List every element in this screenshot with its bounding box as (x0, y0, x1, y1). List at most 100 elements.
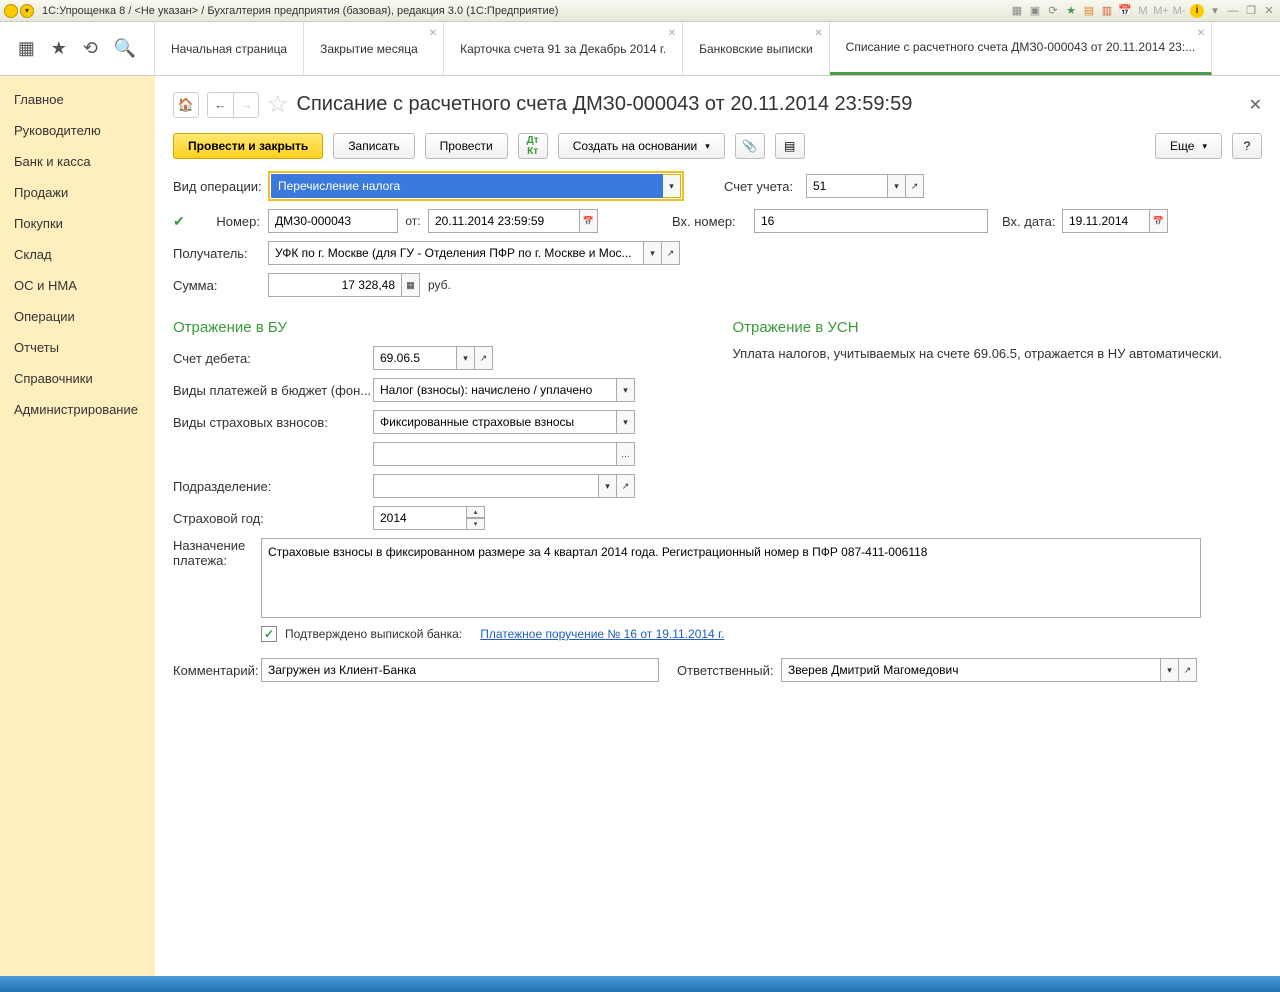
sidebar-item-operations[interactable]: Операции (0, 301, 155, 332)
sidebar-item-purchases[interactable]: Покупки (0, 208, 155, 239)
comment-input[interactable] (261, 658, 659, 682)
responsible-input[interactable] (781, 658, 1161, 682)
account-input[interactable] (806, 174, 888, 198)
more-button[interactable]: Еще (1155, 133, 1222, 159)
dropdown-icon[interactable]: ▾ (644, 241, 662, 265)
sidebar-item-admin[interactable]: Администрирование (0, 394, 155, 425)
tab-start-page[interactable]: Начальная страница (155, 22, 304, 75)
sys-m-icon[interactable]: M (1136, 4, 1150, 18)
in-date-input[interactable] (1062, 209, 1150, 233)
sys-mplus-icon[interactable]: M+ (1154, 4, 1168, 18)
sys-icon-5[interactable]: ▥ (1100, 4, 1114, 18)
help-button[interactable]: ? (1232, 133, 1262, 159)
help-dropdown-icon[interactable]: ▾ (1208, 4, 1222, 18)
dropdown-icon[interactable]: ▾ (888, 174, 906, 198)
sys-icon-3[interactable]: ⟳ (1046, 4, 1060, 18)
amount-label: Сумма: (173, 278, 268, 293)
app-logo-icon (4, 4, 18, 18)
operation-type-input[interactable] (271, 174, 663, 198)
extra-input[interactable] (373, 442, 617, 466)
sys-icon-4[interactable]: ▤ (1082, 4, 1096, 18)
tab-close-icon[interactable]: ✕ (429, 28, 437, 39)
tab-close-icon[interactable]: ✕ (668, 28, 676, 39)
info-icon[interactable]: i (1190, 4, 1204, 18)
sys-star-icon[interactable]: ★ (1064, 4, 1078, 18)
tab-bank-statements[interactable]: Банковские выписки✕ (683, 22, 830, 75)
debit-account-input[interactable] (373, 346, 457, 370)
confirmed-checkbox[interactable]: ✓ (261, 626, 277, 642)
sidebar-item-warehouse[interactable]: Склад (0, 239, 155, 270)
calculator-icon[interactable]: ▦ (402, 273, 420, 297)
spin-down-icon[interactable]: ▾ (467, 518, 485, 530)
dropdown-icon[interactable]: ▾ (617, 378, 635, 402)
post-button[interactable]: Провести (425, 133, 508, 159)
payment-types-input[interactable] (373, 378, 617, 402)
ellipsis-icon[interactable]: … (617, 442, 635, 466)
recipient-input[interactable] (268, 241, 644, 265)
currency-label: руб. (428, 278, 451, 292)
search-icon[interactable]: 🔍 (114, 38, 136, 59)
dtct-button[interactable]: ДтКт (518, 133, 548, 159)
subdivision-input[interactable] (373, 474, 599, 498)
date-input[interactable] (428, 209, 580, 233)
open-icon[interactable]: ↗ (475, 346, 493, 370)
sidebar-item-bank[interactable]: Банк и касса (0, 146, 155, 177)
dropdown-icon[interactable]: ▾ (663, 174, 681, 198)
spin-up-icon[interactable]: ▴ (467, 506, 485, 518)
dropdown-icon[interactable]: ▾ (617, 410, 635, 434)
app-menu-dropdown[interactable]: ▾ (20, 4, 34, 18)
print-button[interactable]: ▤ (775, 133, 805, 159)
maximize-icon[interactable]: ❐ (1244, 4, 1258, 18)
tab-close-icon[interactable]: ✕ (814, 28, 822, 39)
sidebar-item-manager[interactable]: Руководителю (0, 115, 155, 146)
tab-writeoff[interactable]: Списание с расчетного счета ДМЗ0-000043 … (830, 22, 1212, 75)
calendar-icon[interactable]: 📅 (1150, 209, 1168, 233)
post-and-close-button[interactable]: Провести и закрыть (173, 133, 323, 159)
open-icon[interactable]: ↗ (662, 241, 680, 265)
window-title: 1С:Упрощенка 8 / <Не указан> / Бухгалтер… (42, 5, 1010, 17)
favorite-star-icon[interactable]: ☆ (267, 90, 289, 119)
nav-forward-button[interactable]: → (233, 92, 259, 118)
usn-note: Уплата налогов, учитываемых на счете 69.… (733, 346, 1263, 361)
save-button[interactable]: Записать (333, 133, 414, 159)
favorites-star-icon[interactable]: ★ (51, 38, 67, 59)
sys-icon-1[interactable]: ▦ (1010, 4, 1024, 18)
purpose-textarea[interactable]: Страховые взносы в фиксированном размере… (261, 538, 1201, 618)
history-icon[interactable]: ⟲ (83, 38, 98, 59)
in-number-input[interactable] (754, 209, 988, 233)
sidebar-item-main[interactable]: Главное (0, 84, 155, 115)
sys-mminus-icon[interactable]: M- (1172, 4, 1186, 18)
sidebar-item-reports[interactable]: Отчеты (0, 332, 155, 363)
create-based-on-button[interactable]: Создать на основании (558, 133, 725, 159)
sidebar-item-assets[interactable]: ОС и НМА (0, 270, 155, 301)
sys-calendar-icon[interactable]: 📅 (1118, 4, 1132, 18)
open-icon[interactable]: ↗ (617, 474, 635, 498)
dropdown-icon[interactable]: ▾ (599, 474, 617, 498)
close-window-icon[interactable]: ✕ (1262, 4, 1276, 18)
attach-button[interactable]: 📎 (735, 133, 765, 159)
open-icon[interactable]: ↗ (1179, 658, 1197, 682)
nav-back-button[interactable]: ← (207, 92, 233, 118)
amount-input[interactable] (268, 273, 402, 297)
dropdown-icon[interactable]: ▾ (457, 346, 475, 370)
open-icon[interactable]: ↗ (906, 174, 924, 198)
insurance-types-input[interactable] (373, 410, 617, 434)
tab-account-card[interactable]: Карточка счета 91 за Декабрь 2014 г.✕ (444, 22, 683, 75)
number-input[interactable] (268, 209, 398, 233)
payment-order-link[interactable]: Платежное поручение № 16 от 19.11.2014 г… (480, 627, 724, 641)
sidebar-item-sales[interactable]: Продажи (0, 177, 155, 208)
dropdown-icon[interactable]: ▾ (1161, 658, 1179, 682)
close-document-icon[interactable]: ✕ (1249, 95, 1262, 115)
insurance-year-input[interactable] (373, 506, 467, 530)
sys-icon-2[interactable]: ▣ (1028, 4, 1042, 18)
confirmed-label: Подтверждено выпиской банка: (285, 627, 462, 641)
minimize-icon[interactable]: — (1226, 4, 1240, 18)
apps-grid-icon[interactable]: ▦ (18, 38, 35, 59)
calendar-icon[interactable]: 📅 (580, 209, 598, 233)
tab-month-close[interactable]: Закрытие месяца✕ (304, 22, 444, 75)
account-label: Счет учета: (724, 179, 806, 194)
sidebar-item-catalogs[interactable]: Справочники (0, 363, 155, 394)
topbar: ▦ ★ ⟲ 🔍 Начальная страница Закрытие меся… (0, 22, 1280, 76)
home-button[interactable]: 🏠 (173, 92, 199, 118)
tab-close-icon[interactable]: ✕ (1197, 28, 1205, 39)
